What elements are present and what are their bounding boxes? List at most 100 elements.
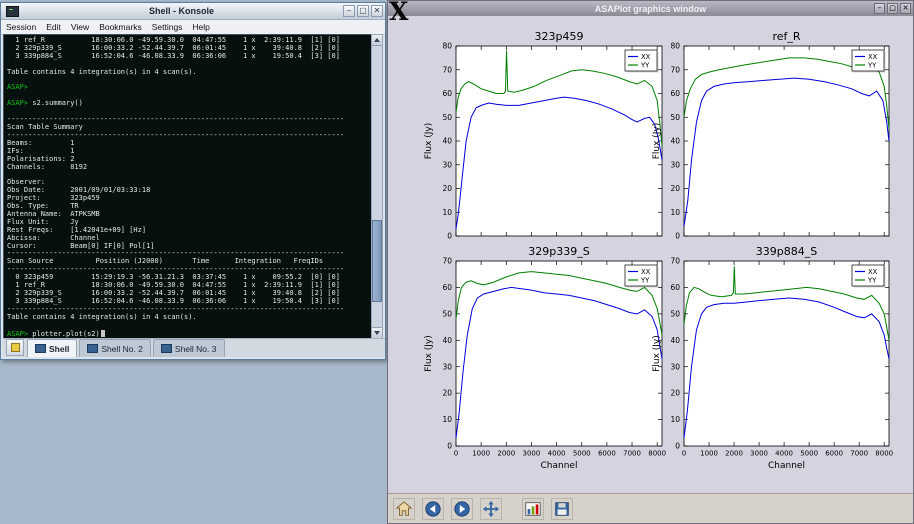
svg-text:8000: 8000 — [648, 450, 666, 458]
new-session-icon — [11, 343, 20, 352]
tab-label: Shell — [49, 344, 69, 354]
svg-text:5000: 5000 — [573, 450, 591, 458]
svg-text:323p459: 323p459 — [535, 30, 584, 43]
svg-text:20: 20 — [442, 184, 452, 193]
home-button[interactable] — [393, 498, 415, 520]
subplot-323p459[interactable]: 01020304050607080323p459Flux (Jy)XXYY — [424, 30, 662, 241]
tab-shell-no-2[interactable]: Shell No. 2 — [79, 339, 151, 357]
svg-text:20: 20 — [442, 389, 452, 398]
svg-text:0: 0 — [675, 232, 680, 241]
svg-text:10: 10 — [442, 208, 452, 217]
plot-toolbar — [388, 493, 913, 523]
svg-text:329p339_S: 329p339_S — [528, 245, 589, 258]
arrow-down-icon — [374, 331, 380, 335]
svg-text:0: 0 — [454, 450, 458, 458]
pan-icon — [482, 500, 500, 518]
scroll-down-button[interactable] — [372, 327, 382, 338]
maximize-button[interactable]: ▢ — [887, 3, 898, 14]
menu-help[interactable]: Help — [192, 22, 209, 32]
svg-text:50: 50 — [442, 113, 452, 122]
figure-canvas[interactable]: 01020304050607080323p459Flux (Jy)XXYY010… — [388, 16, 913, 494]
svg-text:60: 60 — [442, 89, 452, 98]
svg-text:60: 60 — [442, 283, 452, 292]
svg-text:Channel: Channel — [541, 461, 578, 471]
svg-text:10: 10 — [670, 208, 680, 217]
svg-text:XX: XX — [641, 268, 651, 276]
subplot-329p339_S[interactable]: 0102030405060700100020003000400050006000… — [424, 245, 666, 471]
svg-text:70: 70 — [670, 65, 680, 74]
new-session-button[interactable] — [6, 339, 24, 356]
svg-text:6000: 6000 — [598, 450, 616, 458]
svg-text:6000: 6000 — [825, 450, 843, 458]
terminal-scrollbar[interactable] — [371, 34, 383, 339]
save-button[interactable] — [551, 498, 573, 520]
close-button[interactable]: ✕ — [371, 5, 383, 17]
svg-text:70: 70 — [670, 257, 680, 266]
svg-text:30: 30 — [442, 362, 452, 371]
forward-button[interactable] — [451, 498, 473, 520]
svg-text:1000: 1000 — [700, 450, 718, 458]
terminal-line: Channels: 8192 — [7, 164, 373, 172]
scroll-up-button[interactable] — [372, 35, 382, 46]
back-button[interactable] — [422, 498, 444, 520]
svg-text:2000: 2000 — [497, 450, 515, 458]
scrollbar-thumb[interactable] — [372, 220, 382, 302]
minimize-button[interactable]: – — [343, 5, 355, 17]
svg-text:YY: YY — [867, 62, 877, 70]
svg-text:4000: 4000 — [775, 450, 793, 458]
konsole-window-title: Shell - Konsole — [22, 6, 341, 16]
close-button[interactable]: ✕ — [900, 3, 911, 14]
menu-session[interactable]: Session — [6, 22, 36, 32]
menu-bookmarks[interactable]: Bookmarks — [99, 22, 142, 32]
terminal-tab-icon — [35, 344, 46, 353]
konsole-titlebar[interactable]: Shell - Konsole – ▢ ✕ — [1, 3, 385, 20]
svg-text:80: 80 — [442, 42, 452, 51]
menu-edit[interactable]: Edit — [46, 22, 61, 32]
terminal-cursor — [101, 330, 105, 337]
menu-view[interactable]: View — [71, 22, 89, 32]
asaplot-titlebar[interactable]: X ASAPlot graphics window – ▢ ✕ — [388, 1, 913, 16]
subplots-icon — [524, 500, 542, 518]
svg-text:339p884_S: 339p884_S — [756, 245, 817, 258]
terminal-line — [7, 171, 373, 179]
terminal-screen[interactable]: 1 ref_R 18:30:06.0 -49.59.30.0 04:47:55 … — [3, 34, 373, 339]
pan-button[interactable] — [480, 498, 502, 520]
konsole-window: Shell - Konsole – ▢ ✕ Session Edit View Boo… — [0, 2, 386, 360]
subplot-339p884_S[interactable]: 0102030405060700100020003000400050006000… — [652, 245, 893, 471]
svg-text:7000: 7000 — [623, 450, 641, 458]
tab-label: Shell No. 2 — [101, 344, 143, 354]
tab-shell[interactable]: Shell — [27, 339, 77, 357]
menu-bar: Session Edit View Bookmarks Settings Help — [1, 20, 385, 35]
svg-text:ref_R: ref_R — [772, 30, 800, 43]
asaplot-window-buttons: – ▢ ✕ — [874, 3, 911, 14]
svg-text:Channel: Channel — [768, 461, 805, 471]
terminal-line — [7, 77, 373, 85]
menu-settings[interactable]: Settings — [152, 22, 183, 32]
svg-text:3000: 3000 — [523, 450, 541, 458]
svg-text:4000: 4000 — [548, 450, 566, 458]
terminal-line: ASAP> s2.summary() — [7, 100, 373, 108]
tab-shell-no-3[interactable]: Shell No. 3 — [153, 339, 225, 357]
svg-text:40: 40 — [442, 336, 452, 345]
tab-strip: Shell Shell No. 2 Shell No. 3 — [27, 339, 227, 357]
svg-text:2000: 2000 — [725, 450, 743, 458]
save-icon — [553, 500, 571, 518]
svg-text:1000: 1000 — [472, 450, 490, 458]
x11-logo-icon: X — [389, 0, 408, 24]
svg-text:70: 70 — [442, 65, 452, 74]
subplot-ref_R[interactable]: 01020304050607080ref_RFlux (Jy)XXYY — [652, 30, 889, 241]
svg-text:50: 50 — [670, 309, 680, 318]
asaplot-window-title: ASAPlot graphics window — [595, 4, 707, 14]
terminal-tab-icon — [161, 344, 172, 353]
terminal-output: 1 ref_R 18:30:06.0 -49.59.30.0 04:47:55 … — [7, 37, 373, 338]
terminal-line: Table contains 4 integration(s) in 4 sca… — [7, 69, 373, 77]
svg-text:0: 0 — [675, 442, 680, 451]
maximize-button[interactable]: ▢ — [357, 5, 369, 17]
subplots-button[interactable] — [522, 498, 544, 520]
minimize-button[interactable]: – — [874, 3, 885, 14]
tab-label: Shell No. 3 — [175, 344, 217, 354]
svg-text:YY: YY — [640, 277, 650, 285]
svg-text:30: 30 — [670, 160, 680, 169]
svg-text:Flux (Jy): Flux (Jy) — [424, 335, 434, 372]
svg-text:40: 40 — [670, 336, 680, 345]
